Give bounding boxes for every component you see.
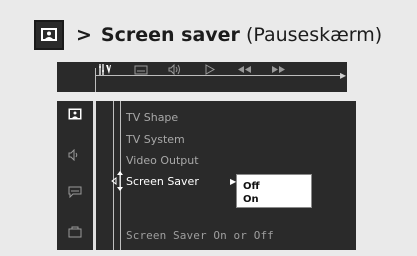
title-subtitle: (Pauseskærm) [245,24,383,46]
toolbar-arrow-icon: ▸ [340,68,347,82]
play-icon[interactable] [204,63,216,76]
menu-item-screen-saver[interactable]: Screen Saver [126,176,199,188]
toolbar-vertical-divider [95,68,96,92]
help-text: Screen Saver On or Off [126,229,274,242]
audio-icon[interactable] [167,63,183,76]
page-title: > Screen saver (Pauseskærm) [76,24,382,46]
chat-icon[interactable] [68,186,82,198]
title-main: Screen saver [100,24,240,46]
folder-icon[interactable] [68,226,82,238]
screen-icon[interactable] [68,108,82,120]
menu-item-video-output[interactable]: Video Output [126,155,199,167]
screen-saver-options[interactable]: Off On [236,174,312,208]
rewind-icon[interactable] [236,63,252,76]
navigation-arrows-icon [111,171,123,191]
option-off[interactable]: Off [243,181,260,192]
speaker-icon[interactable] [68,149,82,161]
settings-icon[interactable] [98,63,112,76]
option-on[interactable]: On [243,194,259,205]
menu-item-tv-shape[interactable]: TV Shape [126,112,178,124]
title-arrow: > [76,24,92,46]
subtitle-icon[interactable] [134,63,148,76]
header: > Screen saver (Pauseskærm) [34,18,382,52]
screen-icon [34,20,64,50]
fast-forward-icon[interactable] [271,63,287,76]
menu-item-tv-system[interactable]: TV System [126,134,185,146]
